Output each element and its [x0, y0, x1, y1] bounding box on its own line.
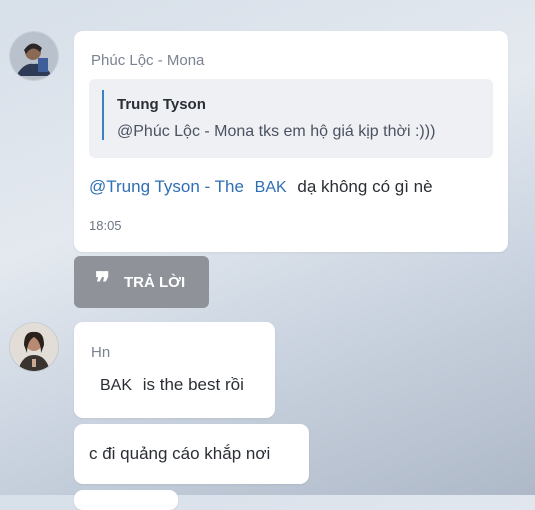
mention-link[interactable]: @Trung Tyson - The: [89, 177, 244, 196]
quote-text: @Phúc Lộc - Mona tks em hộ giá kịp thời …: [117, 123, 436, 140]
reply-button[interactable]: ❞ TRẢ LỜI: [74, 256, 209, 308]
reply-label: TRẢ LỜI: [124, 274, 186, 291]
message-body: is the best rồi: [142, 375, 244, 394]
message-body: c đi quảng cáo khắp nơi: [89, 444, 271, 463]
message-text: BAK is the best rồi: [100, 375, 244, 395]
quote-bar: [102, 90, 104, 140]
quoted-message[interactable]: Trung Tyson @Phúc Lộc - Mona tks em hộ g…: [89, 79, 493, 158]
avatar-phuc-loc[interactable]: [10, 32, 58, 80]
message-text: c đi quảng cáo khắp nơi: [89, 444, 270, 464]
sender-name: Phúc Lộc - Mona: [91, 52, 205, 69]
message-bubble: Hn BAK is the best rồi: [74, 322, 275, 418]
message-time: 18:05: [89, 218, 122, 233]
message-bubble: Phúc Lộc - Mona Trung Tyson @Phúc Lộc - …: [74, 31, 508, 252]
sender-name: Hn: [91, 344, 111, 361]
quote-author: Trung Tyson: [117, 96, 206, 113]
message-text: @Trung Tyson - The BAK dạ không có gì nè: [89, 177, 433, 197]
avatar-hn[interactable]: [10, 323, 58, 371]
mention-tag[interactable]: BAK: [255, 179, 287, 196]
message-tag: BAK: [100, 377, 133, 394]
quote-icon: ❞: [95, 266, 110, 299]
message-body: dạ không có gì nè: [297, 177, 433, 196]
message-bubble: [74, 490, 178, 510]
message-bubble: c đi quảng cáo khắp nơi: [74, 424, 309, 484]
